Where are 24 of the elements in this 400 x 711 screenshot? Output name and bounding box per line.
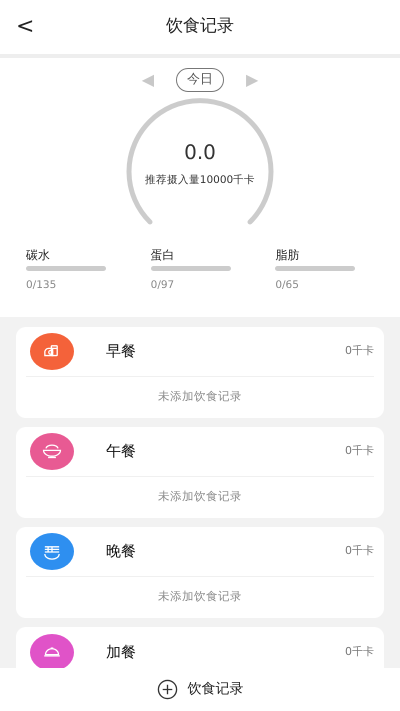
today-button[interactable]: 今日 [176,68,224,92]
macro-reading: 0/97 [150,278,174,292]
meal-calories: 0千卡 [345,342,374,359]
macro-label: 碳水 [26,248,50,262]
macro-label: 蛋白 [150,248,175,262]
meal-name: 晚餐 [106,541,137,562]
add-icon [156,679,178,700]
page-title: 饮食记录 [166,15,234,38]
recommended-intake-text: 推荐摄入量10000千卡 [144,172,256,188]
empty-record-text: 未添加饮食记录 [158,388,242,402]
add-record-button[interactable]: 饮食记录 [150,675,250,704]
back-button[interactable]: < [14,14,36,40]
meal-name: 早餐 [106,340,137,362]
meal-name: 加餐 [106,642,137,663]
meal-name: 午餐 [106,441,137,462]
meal-calories: 0千卡 [345,443,374,459]
meal-calories: 0千卡 [345,543,374,560]
meal-calories: 0千卡 [345,644,374,660]
empty-record-text: 未添加饮食记录 [158,488,242,503]
macro-reading: 0/65 [275,278,299,292]
empty-record-text: 未添加饮食记录 [158,589,242,603]
macro-label: 脂肪 [275,248,300,262]
macro-reading: 0/135 [26,278,56,292]
calorie-value: 0.0 [184,142,216,162]
